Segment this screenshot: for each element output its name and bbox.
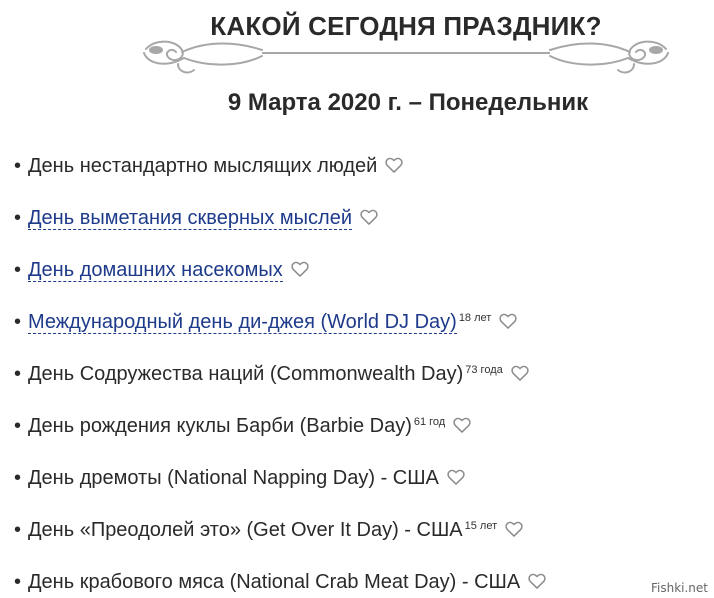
bullet: • [14, 363, 22, 385]
date-heading: 9 Марта 2020 г. – Понедельник [227, 89, 589, 116]
holiday-name: День дремоты (National Napping Day) - СШ… [28, 467, 439, 489]
bullet: • [14, 415, 22, 437]
holiday-item: • День «Преодолей это» (Get Over It Day) … [14, 514, 547, 566]
holiday-age: 15 лет [464, 520, 498, 532]
holiday-item: • День дремоты (National Napping Day) - С… [14, 462, 547, 514]
holiday-name: День рождения куклы Барби (Barbie Day) [28, 415, 412, 437]
heart-icon[interactable] [446, 467, 466, 487]
holiday-name: День крабового мяса (National Crab Meat … [28, 571, 521, 593]
holiday-link[interactable]: День выметания скверных мыслей [28, 207, 353, 230]
bullet: • [14, 259, 22, 281]
heart-icon[interactable] [498, 311, 518, 331]
heart-icon[interactable] [504, 519, 524, 539]
bullet: • [14, 571, 22, 593]
holiday-age: 61 год [413, 416, 446, 428]
scroll-ornament-icon [143, 40, 669, 74]
watermark: Fishki.net [650, 581, 708, 595]
holiday-item: • День нестандартно мыслящих людей [14, 150, 547, 202]
page: КАКОЙ СЕГОДНЯ ПРАЗДНИК? 9 Марта 2020 г. … [0, 0, 714, 598]
holiday-name: День нестандартно мыслящих людей [28, 155, 378, 177]
bullet: • [14, 467, 22, 489]
heart-icon[interactable] [510, 363, 530, 383]
bullet: • [14, 207, 22, 229]
holiday-name: День Содружества наций (Commonwealth Day… [28, 363, 464, 385]
holiday-age: 73 года [465, 364, 503, 376]
holiday-item: • День рождения куклы Барби (Barbie Day) 6… [14, 410, 547, 462]
holiday-name: День «Преодолей это» (Get Over It Day) -… [28, 519, 463, 541]
bullet: • [14, 519, 22, 541]
holiday-list: • День нестандартно мыслящих людей • День … [14, 150, 547, 598]
holiday-link[interactable]: День домашних насекомых [28, 259, 283, 282]
holiday-item: • День выметания скверных мыслей [14, 202, 547, 254]
holiday-age: 18 лет [458, 312, 492, 324]
heart-icon[interactable] [359, 207, 379, 227]
holiday-link[interactable]: Международный день ди-джея (World DJ Day… [28, 311, 457, 334]
holiday-item: • День домашних насекомых [14, 254, 547, 306]
heart-icon[interactable] [384, 155, 404, 175]
holiday-item: • Международный день ди-джея (World DJ Da… [14, 306, 547, 358]
heart-icon[interactable] [527, 571, 547, 591]
heart-icon[interactable] [452, 415, 472, 435]
holiday-item: • День Содружества наций (Commonwealth Da… [14, 358, 547, 410]
holiday-item: • День крабового мяса (National Crab Meat… [14, 566, 547, 598]
bullet: • [14, 311, 22, 333]
heart-icon[interactable] [290, 259, 310, 279]
bullet: • [14, 155, 22, 177]
